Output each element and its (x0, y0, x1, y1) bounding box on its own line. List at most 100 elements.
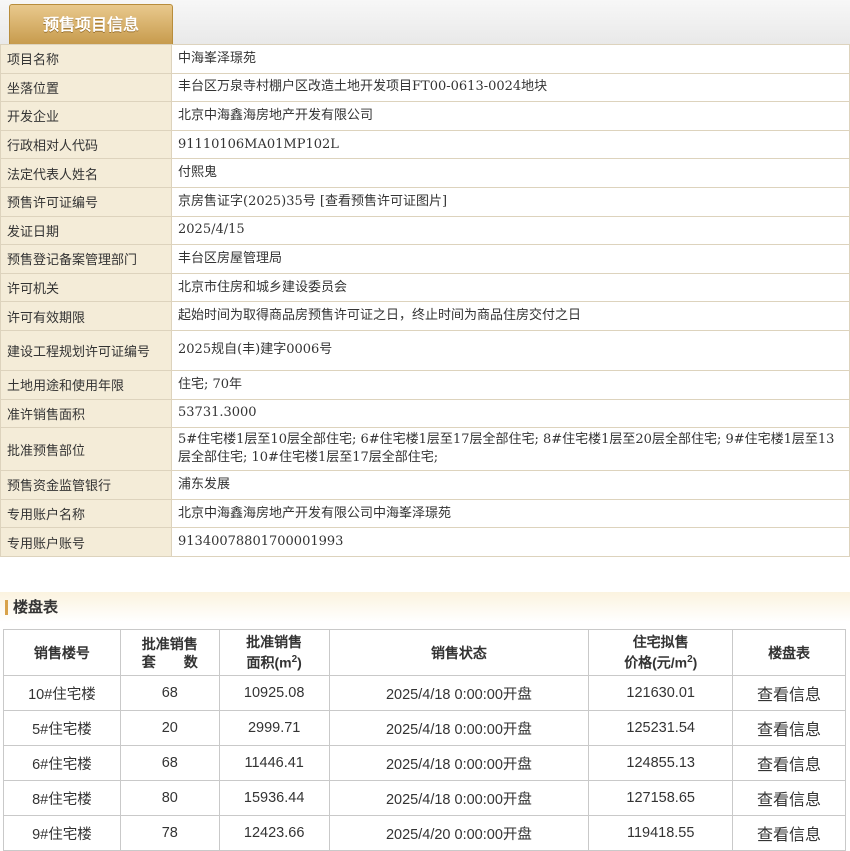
info-value: 2025/4/15 (171, 215, 850, 246)
units-cell: 68 (119, 745, 220, 781)
info-row: 预售登记备案管理部门 丰台区房屋管理局 (0, 244, 850, 274)
info-label: 发证日期 (0, 215, 172, 246)
permit-number: 京房售证字(2025)35号 (178, 193, 316, 209)
info-row: 批准预售部位 5#住宅楼1层至10层全部住宅; 6#住宅楼1层至17层全部住宅; … (0, 427, 850, 472)
view-info-link[interactable]: 查看信息 (732, 675, 846, 711)
loupan-section-header: 楼盘表 (0, 592, 850, 622)
info-value: 北京市住房和城乡建设委员会 (171, 272, 850, 303)
area-cell: 10925.08 (218, 675, 330, 711)
section-title: 楼盘表 (13, 598, 59, 616)
info-label: 专用账户账号 (0, 527, 172, 557)
info-row: 专用账户账号 91340078801700001993 (0, 527, 850, 557)
info-value: 91110106MA01MP102L (171, 129, 850, 160)
info-label: 项目名称 (0, 44, 172, 74)
info-value: 北京中海鑫海房地产开发有限公司 (171, 101, 850, 131)
info-row: 专用账户名称 北京中海鑫海房地产开发有限公司中海峯泽璟苑 (0, 498, 850, 529)
view-permit-image-link[interactable]: [查看预售许可证图片] (320, 194, 447, 209)
section-accent-bar (5, 600, 8, 615)
info-row: 坐落位置 丰台区万泉寺村棚户区改造土地开发项目FT00-0613-0024地块 (0, 72, 850, 103)
area-cell: 11446.41 (218, 745, 330, 781)
table-row: 9#住宅楼 78 12423.66 2025/4/20 0:00:00开盘 11… (3, 815, 846, 851)
tab-bar: 预售项目信息 (0, 0, 850, 45)
status-cell: 2025/4/18 0:00:00开盘 (328, 780, 590, 816)
info-row: 土地用途和使用年限 住宅; 70年 (0, 369, 850, 400)
building-cell: 5#住宅楼 (3, 710, 121, 746)
building-cell: 9#住宅楼 (3, 815, 121, 851)
info-label: 坐落位置 (0, 72, 172, 103)
tab-presale-info[interactable]: 预售项目信息 (9, 4, 173, 44)
info-value: 中海峯泽璟苑 (171, 44, 850, 74)
info-row: 许可有效期限 起始时间为取得商品房预售许可证之日，终止时间为商品住房交付之日 (0, 301, 850, 331)
building-table: 销售楼号 批准销售套 数 批准销售 面积(m2) 销售状态 住宅拟售 价格(元/m2… (3, 629, 846, 851)
info-label: 准许销售面积 (0, 398, 172, 429)
info-label: 许可机关 (0, 272, 172, 303)
info-label: 行政相对人代码 (0, 129, 172, 160)
table-row: 8#住宅楼 80 15936.44 2025/4/18 0:00:00开盘 12… (3, 780, 846, 816)
info-label: 预售许可证编号 (0, 186, 172, 217)
info-row: 行政相对人代码 91110106MA01MP102L (0, 129, 850, 160)
info-label: 开发企业 (0, 101, 172, 131)
info-label: 许可有效期限 (0, 301, 172, 331)
info-row: 准许销售面积 53731.3000 (0, 398, 850, 429)
price-cell: 124855.13 (588, 745, 734, 781)
building-cell: 8#住宅楼 (3, 780, 121, 816)
units-cell: 78 (119, 815, 220, 851)
price-cell: 121630.01 (588, 675, 734, 711)
status-cell: 2025/4/18 0:00:00开盘 (328, 745, 590, 781)
info-value: 91340078801700001993 (171, 527, 850, 557)
info-value: 京房售证字(2025)35号 [查看预售许可证图片] (171, 186, 850, 217)
units-cell: 68 (119, 675, 220, 711)
info-value: 起始时间为取得商品房预售许可证之日，终止时间为商品住房交付之日 (171, 301, 850, 331)
col-price: 住宅拟售 价格(元/m2) (588, 629, 734, 676)
status-cell: 2025/4/18 0:00:00开盘 (328, 710, 590, 746)
info-value: 丰台区万泉寺村棚户区改造土地开发项目FT00-0613-0024地块 (171, 72, 850, 103)
info-value: 5#住宅楼1层至10层全部住宅; 6#住宅楼1层至17层全部住宅; 8#住宅楼1… (171, 427, 850, 472)
units-cell: 80 (119, 780, 220, 816)
table-row: 5#住宅楼 20 2999.71 2025/4/18 0:00:00开盘 125… (3, 710, 846, 746)
info-label: 专用账户名称 (0, 498, 172, 529)
info-value: 住宅; 70年 (171, 369, 850, 400)
info-row: 法定代表人姓名 付熙鬼 (0, 158, 850, 188)
table-header-row: 销售楼号 批准销售套 数 批准销售 面积(m2) 销售状态 住宅拟售 价格(元/m2… (3, 629, 846, 676)
presale-info-table: 项目名称 中海峯泽璟苑 坐落位置 丰台区万泉寺村棚户区改造土地开发项目FT00-06… (0, 44, 850, 557)
status-cell: 2025/4/18 0:00:00开盘 (328, 675, 590, 711)
info-value: 北京中海鑫海房地产开发有限公司中海峯泽璟苑 (171, 498, 850, 529)
col-units: 批准销售套 数 (119, 629, 220, 676)
view-info-link[interactable]: 查看信息 (732, 745, 846, 781)
area-cell: 15936.44 (218, 780, 330, 816)
info-row: 建设工程规划许可证编号 2025规自(丰)建字0006号 (0, 329, 850, 371)
info-row: 项目名称 中海峯泽璟苑 (0, 44, 850, 74)
info-row: 发证日期 2025/4/15 (0, 215, 850, 246)
col-status: 销售状态 (328, 629, 590, 676)
info-value: 付熙鬼 (171, 158, 850, 188)
info-value: 53731.3000 (171, 398, 850, 429)
view-info-link[interactable]: 查看信息 (732, 780, 846, 816)
building-cell: 10#住宅楼 (3, 675, 121, 711)
units-cell: 20 (119, 710, 220, 746)
table-row: 10#住宅楼 68 10925.08 2025/4/18 0:00:00开盘 1… (3, 675, 846, 711)
info-row: 预售许可证编号 京房售证字(2025)35号 [查看预售许可证图片] (0, 186, 850, 217)
info-value: 浦东发展 (171, 470, 850, 500)
view-info-link[interactable]: 查看信息 (732, 815, 846, 851)
view-info-link[interactable]: 查看信息 (732, 710, 846, 746)
col-table: 楼盘表 (732, 629, 846, 676)
price-cell: 125231.54 (588, 710, 734, 746)
status-cell: 2025/4/20 0:00:00开盘 (328, 815, 590, 851)
price-cell: 119418.55 (588, 815, 734, 851)
info-label: 法定代表人姓名 (0, 158, 172, 188)
area-cell: 2999.71 (218, 710, 330, 746)
table-row: 6#住宅楼 68 11446.41 2025/4/18 0:00:00开盘 12… (3, 745, 846, 781)
info-label: 预售登记备案管理部门 (0, 244, 172, 274)
building-cell: 6#住宅楼 (3, 745, 121, 781)
info-row: 许可机关 北京市住房和城乡建设委员会 (0, 272, 850, 303)
col-building: 销售楼号 (3, 629, 121, 676)
area-cell: 12423.66 (218, 815, 330, 851)
price-cell: 127158.65 (588, 780, 734, 816)
info-label: 预售资金监管银行 (0, 470, 172, 500)
info-label: 土地用途和使用年限 (0, 369, 172, 400)
info-value: 丰台区房屋管理局 (171, 244, 850, 274)
col-area: 批准销售 面积(m2) (218, 629, 330, 676)
info-row: 预售资金监管银行 浦东发展 (0, 470, 850, 500)
info-label: 建设工程规划许可证编号 (0, 329, 172, 371)
info-value: 2025规自(丰)建字0006号 (171, 329, 850, 371)
